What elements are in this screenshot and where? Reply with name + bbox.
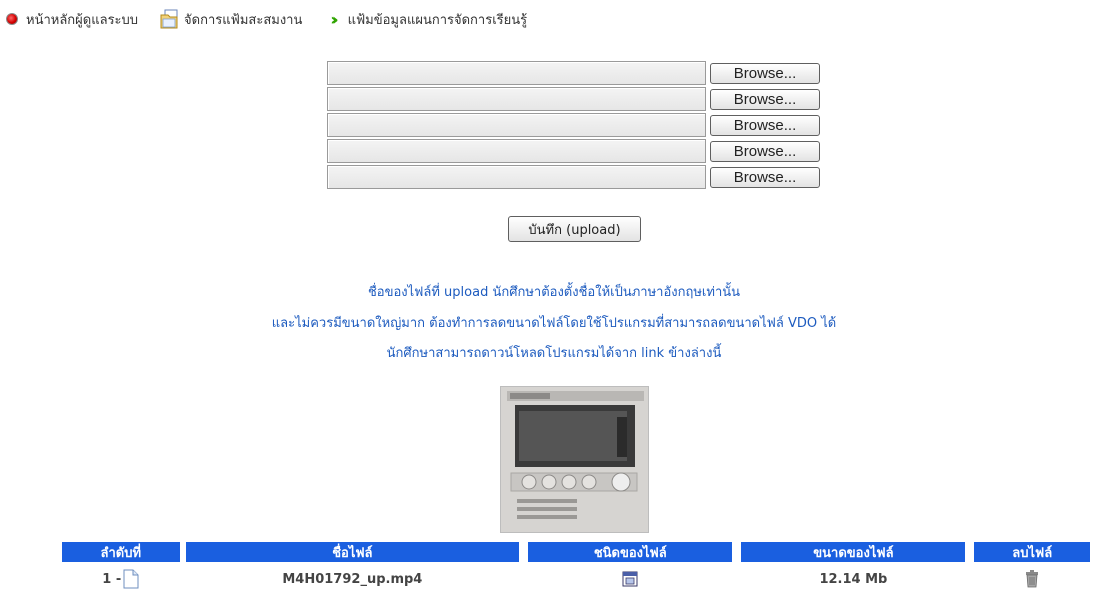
breadcrumb: หน้าหลักผู้ดูแลระบบ จัดการแฟ้มสะสมงาน ››… [6, 8, 527, 30]
table-header: ลำดับที่ ชื่อไฟล์ ชนิดของไฟล์ ขนาดของไฟล… [62, 542, 1090, 562]
file-path-input[interactable] [327, 113, 706, 137]
file-path-input[interactable] [327, 87, 706, 111]
video-converter-screenshot-icon [501, 387, 648, 532]
cell-file-name: M4H01792_up.mp4 [282, 571, 423, 587]
upload-row: Browse... [327, 138, 822, 164]
cell-delete [974, 570, 1090, 588]
trash-icon[interactable] [1025, 570, 1039, 588]
file-path-input[interactable] [327, 139, 706, 163]
upload-row: Browse... [327, 164, 822, 190]
breadcrumb-home-label: หน้าหลักผู้ดูแลระบบ [26, 12, 139, 28]
upload-save-button[interactable]: บันทึก (upload) [508, 216, 641, 242]
header-file-type: ชนิดของไฟล์ [528, 542, 733, 562]
row-index: 1 - [102, 571, 122, 587]
document-folder-icon [160, 9, 178, 29]
browse-button[interactable]: Browse... [710, 140, 820, 162]
upload-row: Browse... [327, 112, 822, 138]
video-converter-download-link[interactable] [500, 386, 649, 533]
file-table: ลำดับที่ ชื่อไฟล์ ชนิดของไฟล์ ขนาดของไฟล… [62, 542, 1090, 596]
browse-button[interactable]: Browse... [710, 114, 820, 136]
header-delete: ลบไฟล์ [974, 542, 1090, 562]
breadcrumb-portfolio[interactable]: จัดการแฟ้มสะสมงาน [138, 9, 302, 30]
video-file-icon [622, 571, 638, 587]
header-file-size: ขนาดของไฟล์ [741, 542, 966, 562]
breadcrumb-portfolio-label: จัดการแฟ้มสะสมงาน [184, 12, 303, 28]
double-chevron-icon: ›› [330, 9, 339, 29]
upload-row: Browse... [327, 86, 822, 112]
cell-file-type [528, 571, 732, 587]
upload-form: Browse... Browse... Browse... Browse... … [327, 60, 822, 190]
cell-file-size: 12.14 Mb [819, 571, 888, 587]
file-path-input[interactable] [327, 61, 706, 85]
table-row: 1 - M4H01792_up.mp4 12.14 Mb [62, 562, 1090, 596]
file-path-input[interactable] [327, 165, 706, 189]
header-file-name: ชื่อไฟล์ [185, 542, 520, 562]
browse-button[interactable]: Browse... [710, 62, 820, 84]
note-line-1: ชื่อของไฟล์ที่ upload นักศึกษาต้องตั้งชื… [367, 285, 741, 300]
browse-button[interactable]: Browse... [710, 88, 820, 110]
cell-index: 1 - [62, 569, 180, 589]
note-line-2: และไม่ควรมีขนาดใหญ่มาก ต้องทำการลดขนาดไฟ… [271, 316, 837, 331]
breadcrumb-current-label: แฟ้มข้อมูลแผนการจัดการเรียนรู้ [347, 12, 528, 28]
upload-notes: ชื่อของไฟล์ที่ upload นักศึกษาต้องตั้งชื… [0, 283, 1108, 374]
red-dot-icon [6, 13, 18, 25]
breadcrumb-home[interactable]: หน้าหลักผู้ดูแลระบบ [6, 9, 138, 30]
breadcrumb-current: แฟ้มข้อมูลแผนการจัดการเรียนรู้ [348, 9, 528, 30]
file-icon [123, 569, 139, 589]
header-index: ลำดับที่ [62, 542, 180, 562]
upload-row: Browse... [327, 60, 822, 86]
browse-button[interactable]: Browse... [710, 166, 820, 188]
note-line-3: นักศึกษาสามารถดาวน์โหลดโปรแกรมได้จาก lin… [386, 346, 722, 361]
